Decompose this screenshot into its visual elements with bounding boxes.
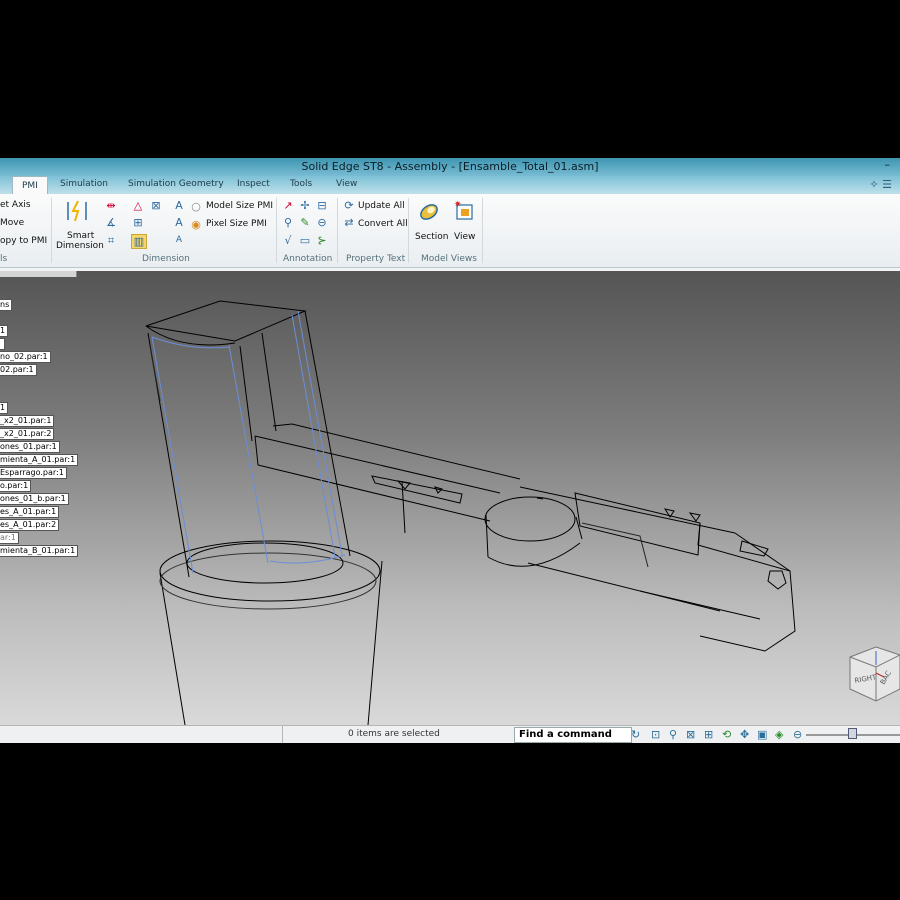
shading-icon[interactable]: ◈ bbox=[775, 728, 783, 741]
feature-control-frame-icon[interactable]: ⊟ bbox=[315, 199, 329, 212]
tree-item[interactable]: Esparrago.par:1 bbox=[0, 467, 67, 479]
angular-coordinate-icon[interactable]: ⊞ bbox=[131, 216, 145, 229]
section-icon[interactable] bbox=[418, 201, 440, 223]
solid-edge-window: Solid Edge ST8 - Assembly - [Ensamble_To… bbox=[0, 158, 900, 743]
tree-item[interactable]: es_A_01.par:1 bbox=[0, 506, 60, 518]
text-size-icon[interactable]: A bbox=[172, 199, 186, 212]
distance-between-icon[interactable]: ⇹ bbox=[104, 199, 118, 212]
tab-inspect[interactable]: Inspect bbox=[237, 179, 270, 189]
surface-texture-icon[interactable]: √ bbox=[281, 234, 295, 247]
balloon-icon[interactable]: ⚲ bbox=[281, 216, 295, 229]
set-axis-button[interactable]: et Axis bbox=[0, 200, 31, 210]
coordinate-dimension-icon[interactable]: ⌗ bbox=[104, 234, 118, 247]
status-prompt-area bbox=[0, 726, 283, 743]
model-size-pmi-label[interactable]: Model Size PMI bbox=[206, 201, 273, 211]
angle-between-icon[interactable]: ∡ bbox=[104, 216, 118, 229]
chamfer-dimension-icon[interactable]: ⊠ bbox=[149, 199, 163, 212]
callout-icon[interactable]: ↗ bbox=[281, 199, 295, 212]
zoom-out-icon[interactable]: ⊖ bbox=[793, 728, 802, 741]
tab-simulation[interactable]: Simulation bbox=[60, 179, 108, 189]
help-icons[interactable]: ✧ ☰ bbox=[869, 178, 892, 191]
svg-text:✷: ✷ bbox=[454, 200, 462, 210]
zoom-icon[interactable]: ⚲ bbox=[669, 728, 677, 741]
model-views-group-label: Model Views bbox=[421, 254, 477, 264]
update-all-button[interactable]: Update All bbox=[358, 201, 405, 211]
pan-icon[interactable]: ⊞ bbox=[704, 728, 713, 741]
dimension-group-label: Dimension bbox=[142, 254, 190, 264]
options-icon[interactable]: ☰ bbox=[882, 178, 892, 191]
tab-simulation-geometry[interactable]: Simulation Geometry bbox=[128, 179, 224, 189]
tree-item[interactable]: 1 bbox=[0, 402, 9, 414]
tree-item[interactable]: 1 bbox=[0, 325, 9, 337]
property-text-group-label: Property Text bbox=[346, 254, 406, 264]
view-icon[interactable]: ✷ bbox=[453, 199, 475, 221]
dimension-style-icon[interactable]: ▥ bbox=[131, 234, 147, 249]
smart-dimension-label-2: Dimension bbox=[56, 241, 104, 251]
redo-icon[interactable]: ↻ bbox=[631, 728, 640, 741]
assembly-model[interactable] bbox=[0, 271, 900, 726]
zoom-slider-thumb[interactable] bbox=[848, 728, 857, 739]
tab-tools[interactable]: Tools bbox=[290, 179, 312, 189]
tree-item[interactable]: 02.par:1 bbox=[0, 364, 37, 376]
symmetric-diameter-icon[interactable]: △ bbox=[131, 199, 145, 212]
tree-item[interactable]: o.par:1 bbox=[0, 480, 32, 492]
zoom-area-icon[interactable]: ⊡ bbox=[651, 728, 660, 741]
text-shrink-icon[interactable]: A bbox=[172, 234, 186, 247]
status-bar: 0 items are selected Find a command ↻ ⊡ … bbox=[0, 725, 900, 743]
tree-item[interactable] bbox=[0, 338, 5, 350]
pixel-size-radio[interactable]: ◉ bbox=[189, 218, 203, 231]
datum-frame-icon[interactable]: ▭ bbox=[298, 234, 312, 247]
selection-status: 0 items are selected bbox=[348, 729, 440, 739]
tree-item[interactable]: es_A_01.par:2 bbox=[0, 519, 60, 531]
smart-dimension-label-1: Smart bbox=[67, 231, 95, 241]
tree-item[interactable]: _x2_01.par:1 bbox=[0, 415, 55, 427]
move-button[interactable]: Move bbox=[0, 218, 24, 228]
tools-group-label: ls bbox=[0, 254, 8, 264]
tree-item[interactable]: ns bbox=[0, 299, 13, 311]
window-title: Solid Edge ST8 - Assembly - [Ensamble_To… bbox=[301, 160, 599, 173]
smart-dimension-icon[interactable] bbox=[66, 200, 88, 222]
view-cube[interactable]: RIGHT BAC bbox=[846, 641, 900, 705]
minimize-button[interactable]: – bbox=[885, 158, 891, 171]
edge-condition-icon[interactable]: ⊱ bbox=[315, 234, 329, 247]
tab-view[interactable]: View bbox=[336, 179, 357, 189]
leader-icon[interactable]: ✢ bbox=[298, 199, 312, 212]
tree-item[interactable]: ar:1 bbox=[0, 532, 19, 544]
tree-item[interactable]: ones_01.par:1 bbox=[0, 441, 60, 453]
text-scale-icon[interactable]: A bbox=[172, 216, 186, 229]
pixel-size-pmi-label[interactable]: Pixel Size PMI bbox=[206, 219, 267, 229]
datum-target-icon[interactable]: ⊖ bbox=[315, 216, 329, 229]
tree-item[interactable]: mienta_A_01.par:1 bbox=[0, 454, 79, 466]
fit-icon[interactable]: ⊠ bbox=[686, 728, 695, 741]
find-command-input[interactable]: Find a command bbox=[514, 727, 632, 743]
tree-item[interactable]: mienta_B_01.par:1 bbox=[0, 545, 79, 557]
tree-item[interactable]: ones_01_b.par:1 bbox=[0, 493, 69, 505]
annotation-group-label: Annotation bbox=[283, 254, 333, 264]
copy-to-pmi-button[interactable]: opy to PMI bbox=[0, 236, 47, 246]
update-all-icon[interactable]: ⟳ bbox=[342, 199, 356, 212]
section-button[interactable]: Section bbox=[415, 232, 448, 242]
tree-item[interactable]: no_02.par:1 bbox=[0, 351, 51, 363]
tab-pmi[interactable]: PMI bbox=[12, 176, 48, 195]
ribbon: et Axis Move opy to PMI ls Smart Dimensi… bbox=[0, 194, 900, 268]
title-bar: Solid Edge ST8 - Assembly - [Ensamble_To… bbox=[0, 158, 900, 176]
3d-viewport[interactable]: RIGHT BAC bbox=[0, 271, 900, 726]
view-button[interactable]: View bbox=[454, 232, 475, 242]
convert-all-button[interactable]: Convert All bbox=[358, 219, 408, 229]
convert-all-icon[interactable]: ⇄ bbox=[342, 216, 356, 229]
rotate-icon[interactable]: ⟲ bbox=[722, 728, 731, 741]
model-size-radio[interactable]: ○ bbox=[189, 200, 203, 213]
ribbon-tabs: PMI Simulation Simulation Geometry Inspe… bbox=[0, 176, 900, 195]
help-icon[interactable]: ✧ bbox=[869, 178, 878, 191]
pathfinder-scrollbar[interactable] bbox=[0, 271, 77, 277]
weld-symbol-icon[interactable]: ✎ bbox=[298, 216, 312, 229]
view-orientation-icon[interactable]: ▣ bbox=[757, 728, 767, 741]
tree-item[interactable]: _x2_01.par:2 bbox=[0, 428, 55, 440]
spin-about-icon[interactable]: ✥ bbox=[740, 728, 749, 741]
